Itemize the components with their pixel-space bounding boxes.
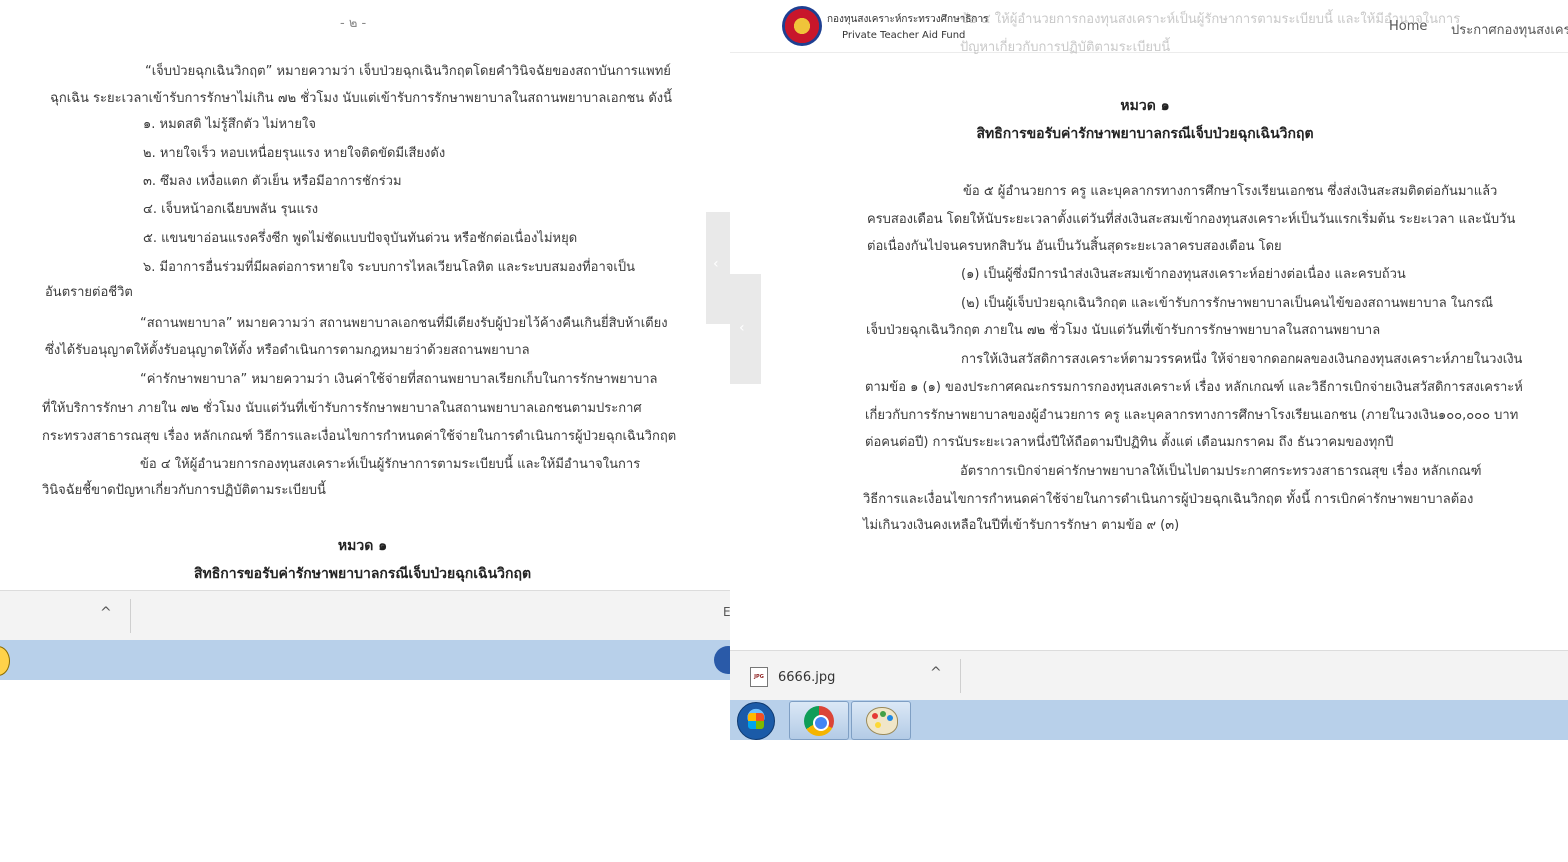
taskbar-app-icon[interactable] [714, 646, 730, 674]
doc-line: (๑) เป็นผู้ซึ่งมีการนำส่งเงินสะสมเข้ากอง… [961, 267, 1406, 282]
start-button[interactable] [737, 702, 775, 740]
right-screenshot: ข้อ ๔ ให้ผู้อำนวยการกองทุนสงเคราะห์เป็นผ… [730, 0, 1568, 740]
left-screenshot: - ๒ - “เจ็บป่วยฉุกเฉินวิกฤต” หมายความว่า… [0, 0, 730, 680]
doc-line: “สถานพยาบาล” หมายความว่า สถานพยาบาลเอกชน… [140, 316, 668, 331]
doc-line: ที่ให้บริการรักษา ภายใน ๗๒ ชั่วโมง นับแต… [42, 401, 642, 416]
doc-line: ๔. เจ็บหน้าอกเฉียบพลัน รุนแรง [143, 202, 319, 217]
doc-line: ฉุกเฉิน ระยะเวลาเข้ารับการรักษาไม่เกิน ๗… [50, 91, 673, 106]
doc-line: ซึ่งได้รับอนุญาตให้ตั้งรับอนุญาตให้ตั้ง … [45, 343, 530, 358]
slide-prev-button[interactable]: ‹ [706, 212, 730, 324]
page-number: - ๒ - [340, 16, 367, 31]
site-header: ข้อ ๔ ให้ผู้อำนวยการกองทุนสงเคราะห์เป็นผ… [730, 0, 1568, 55]
doc-line: เจ็บป่วยฉุกเฉินวิกฤต ภายใน ๗๒ ชั่วโมง นั… [866, 323, 1381, 338]
taskbar-chrome-button[interactable] [789, 701, 849, 740]
logo-text-english[interactable]: Private Teacher Aid Fund [842, 30, 965, 41]
doc-line: “ค่ารักษาพยาบาล” หมายความว่า เงินค่าใช้จ… [140, 372, 658, 387]
doc-line: เกี่ยวกับการรักษาพยาบาลของผู้อำนวยการ คร… [865, 408, 1519, 423]
left-document-page: - ๒ - “เจ็บป่วยฉุกเฉินวิกฤต” หมายความว่า… [0, 0, 706, 590]
chrome-icon [804, 706, 834, 736]
doc-line: ข้อ ๕ ผู้อำนวยการ ครู และบุคลากรทางการศึ… [963, 184, 1498, 199]
doc-line: ๓. ซึมลง เหงื่อแตก ตัวเย็น หรือมีอาการชั… [143, 174, 402, 189]
doc-line: ตามข้อ ๑ (๑) ของประกาศคณะกรรมการกองทุนสง… [865, 380, 1523, 395]
logo-seal-icon[interactable] [782, 6, 822, 46]
chapter-heading: หมวด ๑ [337, 538, 388, 554]
chevron-up-icon[interactable]: ^ [930, 665, 942, 681]
doc-line: กระทรวงสาธารณสุข เรื่อง หลักเกณฑ์ วิธีกา… [42, 429, 677, 444]
chevron-left-icon: ‹ [713, 256, 719, 272]
chapter-heading: หมวด ๑ [1120, 98, 1170, 114]
download-bar: JPG 6666.jpg ^ [730, 650, 1568, 701]
windows-logo-icon [748, 713, 764, 729]
doc-line: “เจ็บป่วยฉุกเฉินวิกฤต” หมายความว่า เจ็บป… [145, 64, 671, 79]
doc-line: ๖. มีอาการอื่นร่วมที่มีผลต่อการหายใจ ระบ… [143, 260, 635, 275]
chapter-title: สิทธิการขอรับค่ารักษาพยาบาลกรณีเจ็บป่วยฉ… [976, 126, 1314, 142]
chapter-title: สิทธิการขอรับค่ารักษาพยาบาลกรณีเจ็บป่วยฉ… [193, 566, 532, 582]
download-bar: ^ E [0, 590, 730, 641]
chevron-left-icon: ‹ [739, 320, 745, 336]
doc-line: การให้เงินสวัสดิการสงเคราะห์ตามวรรคหนึ่ง… [961, 352, 1523, 367]
download-filename[interactable]: 6666.jpg [778, 670, 835, 685]
taskbar [0, 640, 730, 680]
logo-text-thai[interactable]: กองทุนสงเคราะห์กระทรวงศึกษาธิการ [827, 12, 988, 27]
paint-palette-icon [866, 707, 898, 735]
divider [130, 599, 131, 633]
doc-line: ๕. แขนขาอ่อนแรงครึ่งซีก พูดไม่ชัดแบบปัจจ… [143, 231, 578, 246]
doc-line: วินิจฉัยชี้ขาดปัญหาเกี่ยวกับการปฏิบัติตา… [42, 483, 326, 498]
taskbar-paint-button[interactable] [851, 701, 911, 740]
doc-line: ต่อคนต่อปี) การนับระยะเวลาหนึ่งปีให้ถือต… [865, 435, 1394, 450]
divider [960, 659, 961, 693]
slide-prev-button[interactable]: ‹ [730, 274, 761, 384]
doc-line: ครบสองเดือน โดยให้นับระยะเวลาตั้งแต่วันท… [867, 212, 1516, 227]
nav-home-link[interactable]: Home [1389, 19, 1427, 34]
doc-line: ๑. หมดสติ ไม่รู้สึกตัว ไม่หายใจ [143, 117, 316, 132]
doc-line: อันตรายต่อชีวิต [45, 285, 133, 300]
chevron-up-icon[interactable]: ^ [100, 605, 112, 621]
faded-text: ปัญหาเกี่ยวกับการปฏิบัติตามระเบียบนี้ [960, 40, 1171, 55]
taskbar [730, 700, 1568, 740]
doc-line: ไม่เกินวงเงินคงเหลือในปีที่เข้ารับการรัก… [863, 518, 1180, 533]
nav-announcement-link[interactable]: ประกาศกองทุนสงเคราะห์ [1451, 19, 1568, 40]
doc-line: ต่อเนื่องกันไปจนครบหกสิบวัน อันเป็นวันสิ… [867, 239, 1282, 254]
doc-line: อัตราการเบิกจ่ายค่ารักษาพยาบาลให้เป็นไปต… [960, 464, 1482, 479]
faded-text: ข้อ ๔ ให้ผู้อำนวยการกองทุนสงเคราะห์เป็นผ… [960, 12, 1461, 27]
taskbar-app-icon[interactable] [0, 646, 10, 676]
jpg-file-icon[interactable]: JPG [750, 667, 768, 687]
doc-line: (๒) เป็นผู้เจ็บป่วยฉุกเฉินวิกฤต และเข้าร… [961, 296, 1494, 311]
partial-label: E [723, 605, 730, 619]
doc-line: ข้อ ๔ ให้ผู้อำนวยการกองทุนสงเคราะห์เป็นผ… [140, 457, 641, 472]
doc-line: วิธีการและเงื่อนไขการกำหนดค่าใช้จ่ายในกา… [863, 492, 1474, 507]
doc-line: ๒. หายใจเร็ว หอบเหนื่อยรุนแรง หายใจติดขั… [143, 146, 446, 161]
